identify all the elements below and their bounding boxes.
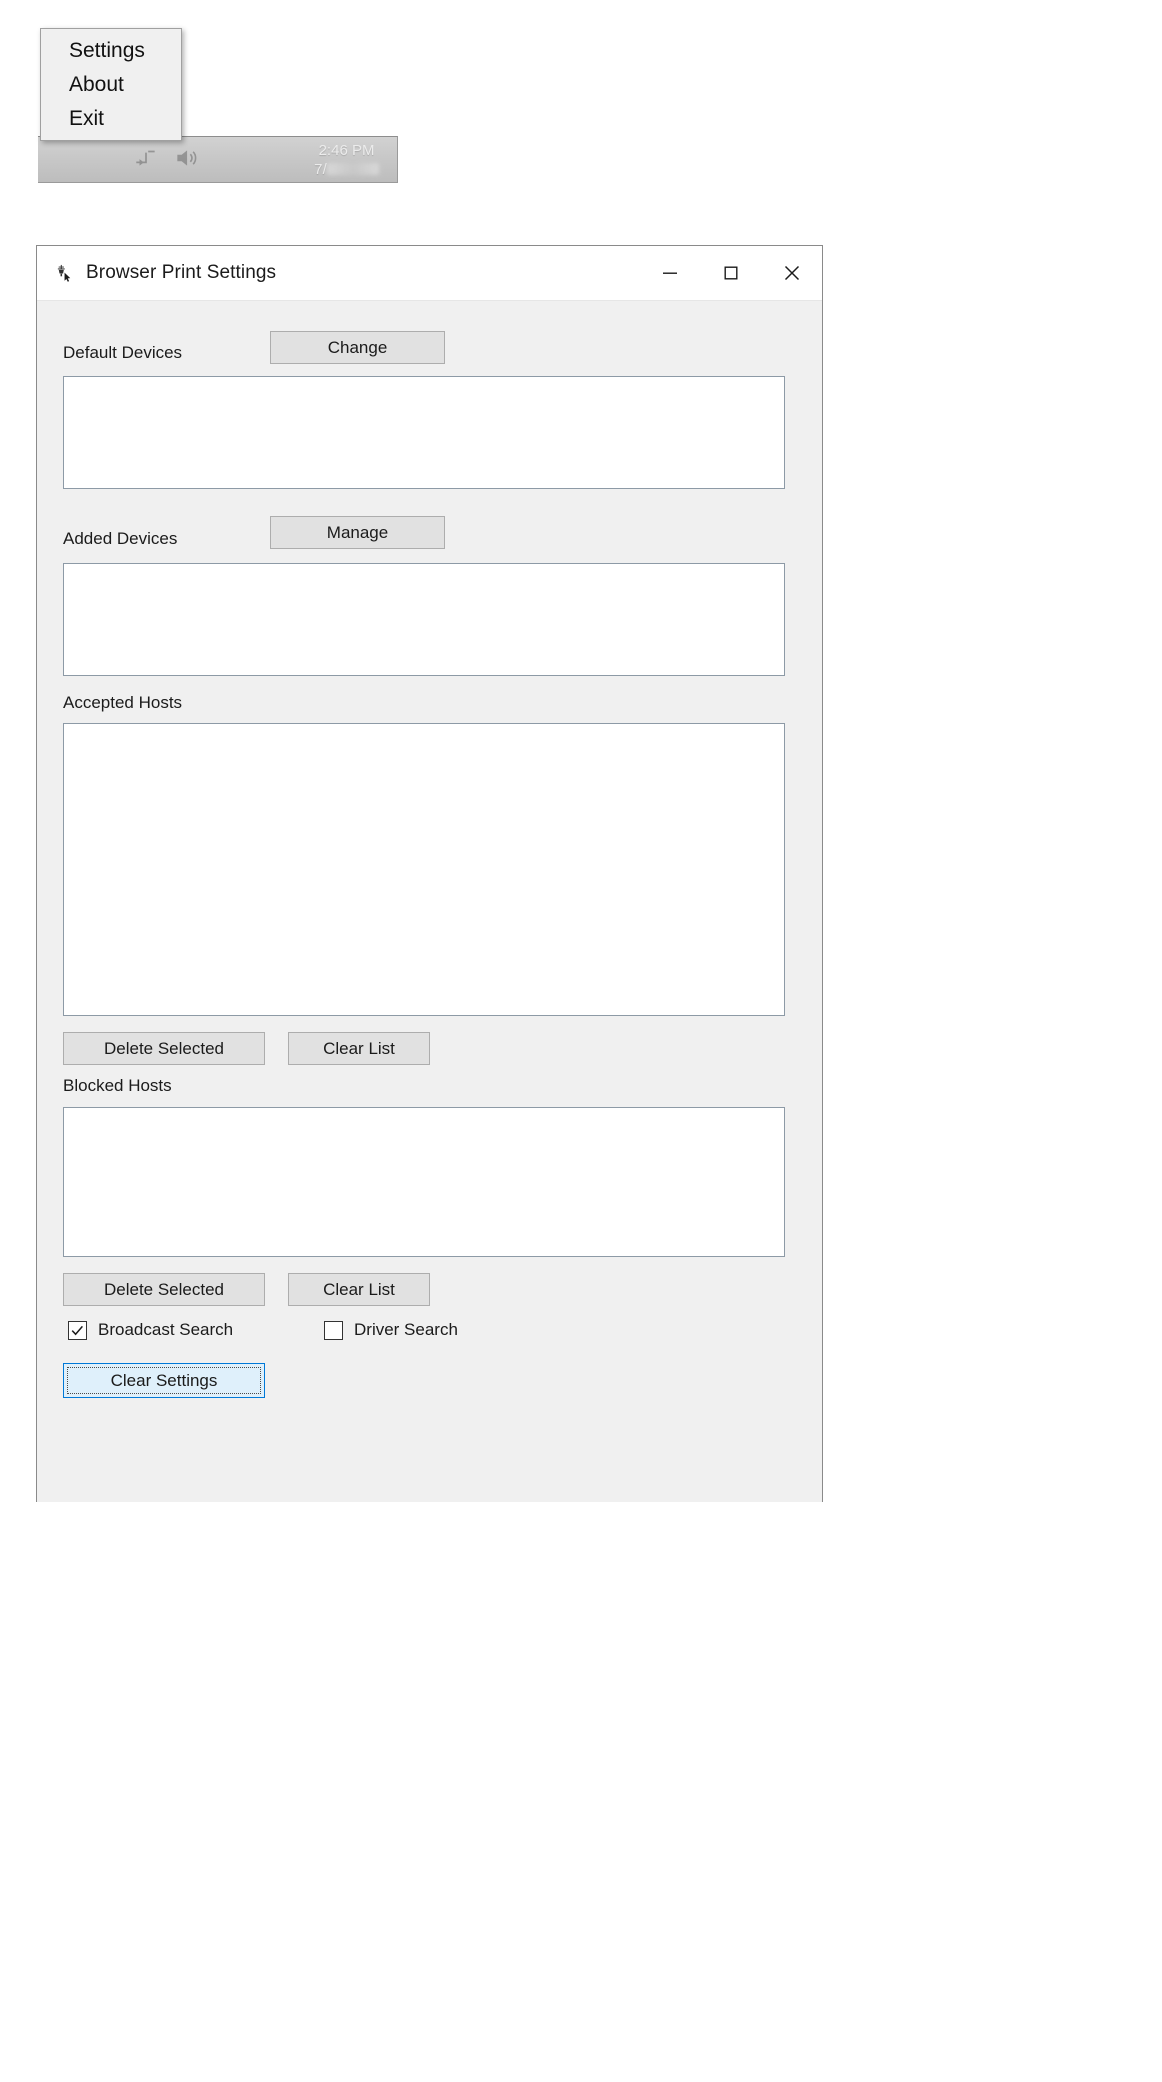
clock-time: 2:46 PM [314,141,379,160]
delete-selected-label: Delete Selected [104,1039,224,1059]
added-devices-label-row: Added Devices [63,529,177,549]
default-devices-label: Default Devices [63,343,182,363]
driver-search-checkbox[interactable] [324,1321,343,1340]
clear-list-label: Clear List [323,1280,395,1300]
change-default-devices-button[interactable]: Change [270,331,445,364]
broadcast-search-checkbox[interactable] [68,1321,87,1340]
clear-list-label: Clear List [323,1039,395,1059]
app-printer-icon [53,262,75,284]
manage-added-devices-button[interactable]: Manage [270,516,445,549]
close-button[interactable] [761,246,822,300]
default-devices-label-row: Default Devices [63,343,182,363]
window-controls[interactable] [639,246,822,300]
broadcast-search-checkbox-row[interactable]: Broadcast Search [68,1320,233,1340]
settings-client-area: Default Devices Change Added Devices Man… [37,301,822,1502]
manage-button-label: Manage [327,523,388,543]
broadcast-search-label: Broadcast Search [98,1320,233,1340]
windows-taskbar-tray[interactable]: 2:46 PM 7/ [38,136,398,183]
accepted-hosts-delete-selected-button[interactable]: Delete Selected [63,1032,265,1065]
volume-icon[interactable] [173,145,199,171]
clock-date: 7/ [314,160,379,179]
tray-context-block: 2:46 PM 7/ Settings About Exit [0,0,450,200]
tray-icon-group[interactable] [133,145,199,171]
menu-item-exit[interactable]: Exit [41,102,181,136]
delete-selected-label: Delete Selected [104,1280,224,1300]
blocked-hosts-clear-list-button[interactable]: Clear List [288,1273,430,1306]
title-bar[interactable]: Browser Print Settings [37,246,822,301]
blocked-hosts-listbox[interactable] [63,1107,785,1257]
taskbar-clock[interactable]: 2:46 PM 7/ [314,141,379,179]
blocked-hosts-delete-selected-button[interactable]: Delete Selected [63,1273,265,1306]
driver-search-label: Driver Search [354,1320,458,1340]
menu-item-settings[interactable]: Settings [41,34,181,68]
added-devices-listbox[interactable] [63,563,785,676]
tray-context-menu[interactable]: Settings About Exit [40,28,182,141]
window-title: Browser Print Settings [86,262,276,284]
driver-search-checkbox-row[interactable]: Driver Search [324,1320,458,1340]
change-button-label: Change [328,338,388,358]
added-devices-label: Added Devices [63,529,177,549]
accepted-hosts-label-row: Accepted Hosts [63,693,182,713]
maximize-button[interactable] [700,246,761,300]
accepted-hosts-clear-list-button[interactable]: Clear List [288,1032,430,1065]
clear-settings-button[interactable]: Clear Settings [63,1363,265,1398]
blocked-hosts-label: Blocked Hosts [63,1076,172,1096]
blocked-hosts-label-row: Blocked Hosts [63,1076,172,1096]
accepted-hosts-listbox[interactable] [63,723,785,1016]
network-icon[interactable] [133,145,159,171]
default-devices-listbox[interactable] [63,376,785,489]
menu-item-about[interactable]: About [41,68,181,102]
minimize-button[interactable] [639,246,700,300]
browser-print-settings-window: Browser Print Settings Default Devices C… [36,245,823,1502]
clear-settings-label: Clear Settings [111,1371,218,1391]
accepted-hosts-label: Accepted Hosts [63,693,182,713]
